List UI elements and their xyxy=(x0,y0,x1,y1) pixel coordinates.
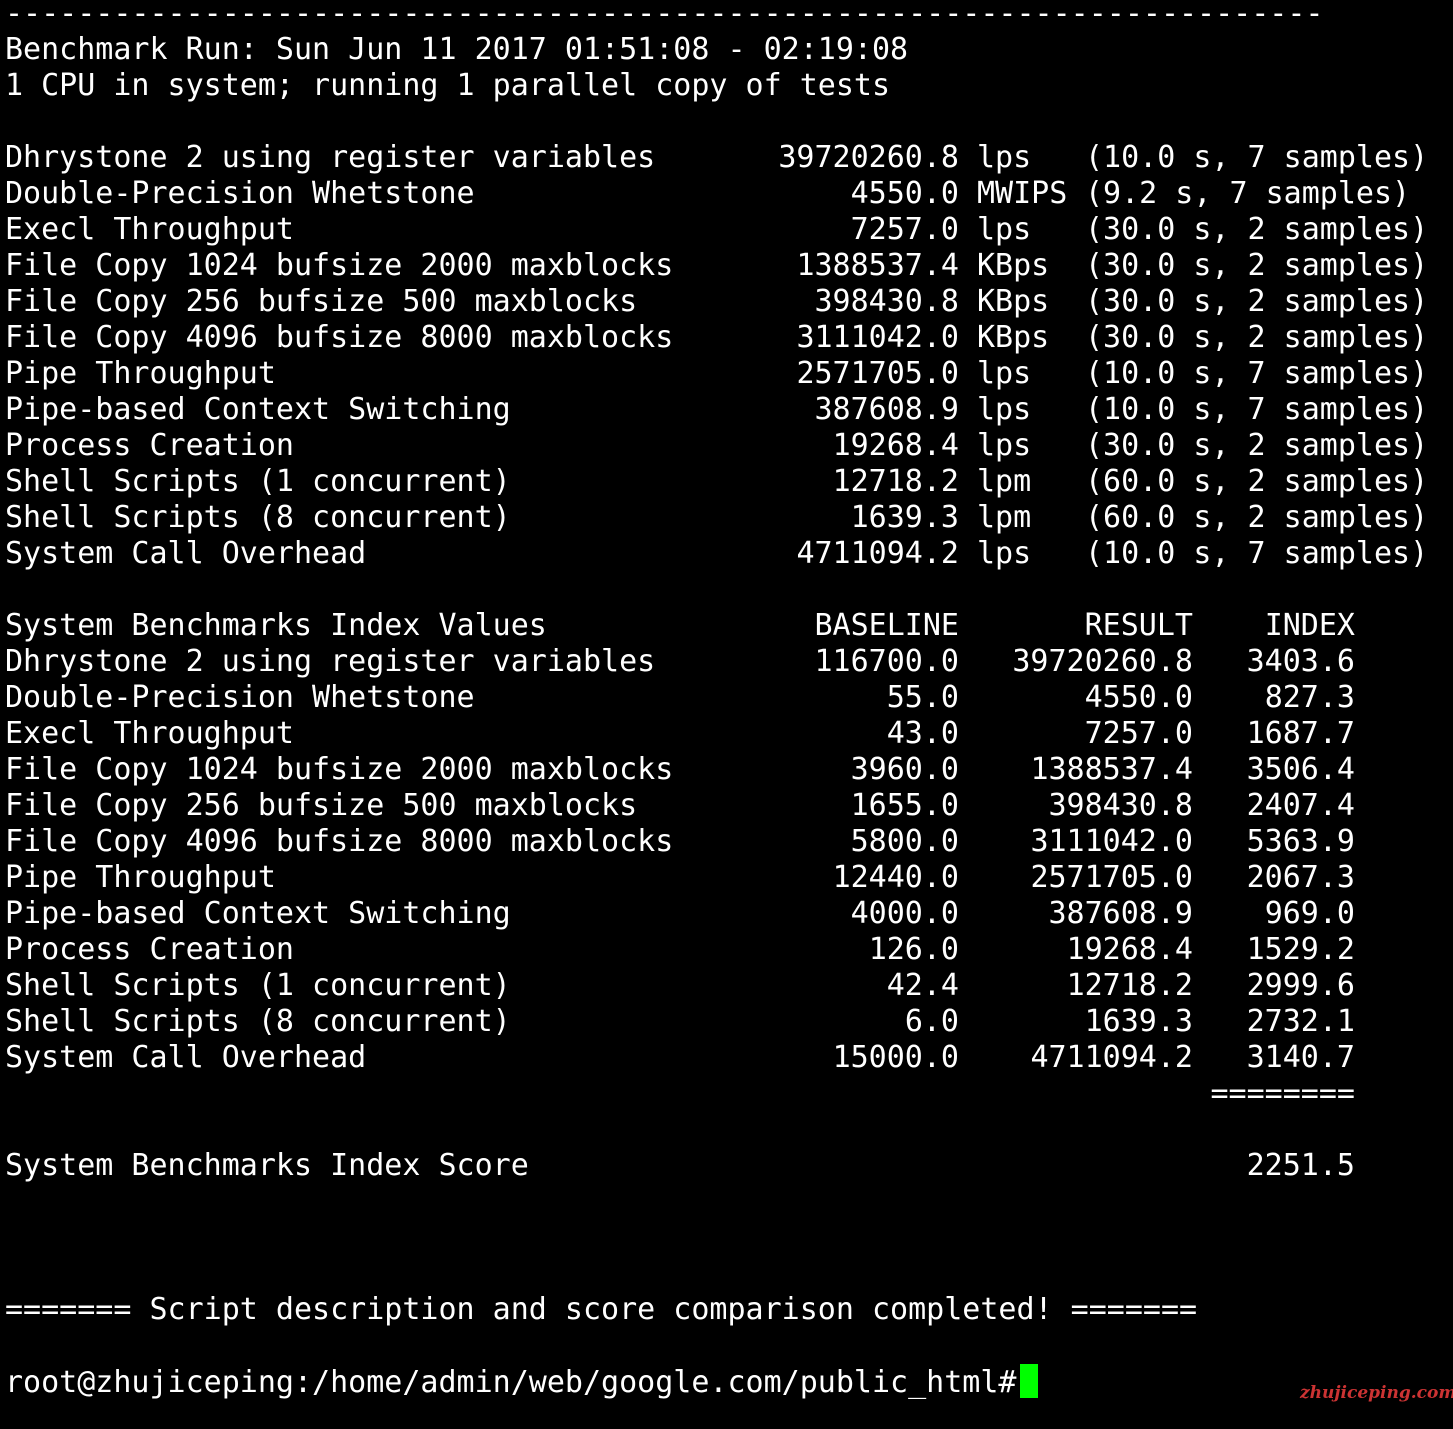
result-value: 2571705.0 xyxy=(796,356,959,391)
result-value: 1639.3 xyxy=(850,500,959,535)
index-row-index: 2999.6 xyxy=(1246,968,1355,1003)
index-table-header: System Benchmarks Index Values BASELINE … xyxy=(5,608,1445,644)
result-row: Shell Scripts (1 concurrent) 12718.2 lpm (6… xyxy=(5,464,1445,500)
index-row-index: 827.3 xyxy=(1264,680,1355,715)
result-value: 1388537.4 xyxy=(796,248,959,283)
index-score-line: System Benchmarks Index Score 2251.5 xyxy=(5,1148,1445,1184)
index-separator: ======== xyxy=(1210,1076,1356,1111)
result-info: (10.0 s, 7 samples) xyxy=(1085,140,1429,175)
result-unit: lps xyxy=(977,392,1032,427)
shell-prompt: root@zhujiceping:/home/admin/web/google.… xyxy=(5,1365,1017,1400)
result-info: (60.0 s, 2 samples) xyxy=(1085,500,1429,535)
result-info: (30.0 s, 2 samples) xyxy=(1085,320,1429,355)
result-info: (10.0 s, 7 samples) xyxy=(1085,356,1429,391)
result-unit: KBps xyxy=(977,320,1050,355)
index-row: Shell Scripts (1 concurrent) 42.4 12718.2 2… xyxy=(5,968,1445,1004)
result-unit: lps xyxy=(977,356,1032,391)
result-row: Execl Throughput 7257.0 lps (30.0 s, 2 samp… xyxy=(5,212,1445,248)
index-row-index: 3140.7 xyxy=(1246,1040,1355,1075)
shell-prompt-line[interactable]: root@zhujiceping:/home/admin/web/google.… xyxy=(5,1364,1039,1400)
result-value: 387608.9 xyxy=(814,392,960,427)
result-unit: lps xyxy=(977,140,1032,175)
result-row: File Copy 1024 bufsize 2000 maxblocks 138… xyxy=(5,248,1445,284)
index-row: Shell Scripts (8 concurrent) 6.0 1639.3 273… xyxy=(5,1004,1445,1040)
result-info: (30.0 s, 2 samples) xyxy=(1085,284,1429,319)
index-row: Pipe Throughput 12440.0 2571705.0 2067.3 xyxy=(5,860,1445,896)
completion-message: ======= Script description and score com… xyxy=(5,1292,1198,1327)
result-row: File Copy 4096 bufsize 8000 maxblocks 311… xyxy=(5,320,1445,356)
result-value: 3111042.0 xyxy=(796,320,959,355)
result-unit: MWIPS xyxy=(977,176,1068,211)
result-value: 12718.2 xyxy=(832,464,959,499)
result-row: Shell Scripts (8 concurrent) 1639.3 lpm (60… xyxy=(5,500,1445,536)
result-value: 398430.8 xyxy=(814,284,960,319)
result-row: File Copy 256 bufsize 500 maxblocks 39843… xyxy=(5,284,1445,320)
result-row: Dhrystone 2 using register variables 3972… xyxy=(5,140,1445,176)
benchmark-run-line: Benchmark Run: Sun Jun 11 2017 01:51:08 … xyxy=(5,32,909,67)
result-value: 4711094.2 xyxy=(796,536,959,571)
column-header-index: INDEX xyxy=(1264,608,1355,643)
top-dash-rule: ----------------------------------------… xyxy=(5,0,1324,31)
result-value: 39720260.8 xyxy=(778,140,959,175)
result-row: Pipe-based Context Switching 387608.9 lps(… xyxy=(5,392,1445,428)
index-row-index: 2407.4 xyxy=(1246,788,1355,823)
index-row-index: 2732.1 xyxy=(1246,1004,1355,1039)
index-row: Dhrystone 2 using register variables 1167… xyxy=(5,644,1445,680)
index-row-index: 3506.4 xyxy=(1246,752,1355,787)
result-unit: lps xyxy=(977,536,1032,571)
result-info: (9.2 s, 7 samples) xyxy=(1085,176,1411,211)
index-table-rows: Dhrystone 2 using register variables 1167… xyxy=(5,644,1445,1076)
result-value: 4550.0 xyxy=(850,176,959,211)
result-unit: lps xyxy=(977,212,1032,247)
terminal-window[interactable]: ----------------------------------------… xyxy=(5,0,1445,1429)
index-row-index: 1529.2 xyxy=(1246,932,1355,967)
index-row: Execl Throughput 43.0 7257.0 1687.7 xyxy=(5,716,1445,752)
result-row: Pipe Throughput 2571705.0 lps (10.0 s, 7 sa… xyxy=(5,356,1445,392)
index-row-index: 1687.7 xyxy=(1246,716,1355,751)
result-unit: lpm xyxy=(977,500,1032,535)
result-unit: lpm xyxy=(977,464,1032,499)
result-info: (60.0 s, 2 samples) xyxy=(1085,464,1429,499)
result-info: (30.0 s, 2 samples) xyxy=(1085,212,1429,247)
result-value: 19268.4 xyxy=(832,428,959,463)
result-value: 7257.0 xyxy=(850,212,959,247)
result-info: (30.0 s, 2 samples) xyxy=(1085,428,1429,463)
index-separator-line: ======== xyxy=(5,1076,1445,1112)
index-row-index: 5363.9 xyxy=(1246,824,1355,859)
result-row: Double-Precision Whetstone 4550.0 MWIPS (9.… xyxy=(5,176,1445,212)
result-info: (10.0 s, 7 samples) xyxy=(1085,392,1429,427)
index-row: System Call Overhead 15000.0 4711094.2 3140… xyxy=(5,1040,1445,1076)
terminal-cursor xyxy=(1020,1364,1039,1398)
index-row: Pipe-based Context Switching 4000.0 387608… xyxy=(5,896,1445,932)
index-row: File Copy 1024 bufsize 2000 maxblocks 396… xyxy=(5,752,1445,788)
cpu-info-line: 1 CPU in system; running 1 parallel copy… xyxy=(5,68,891,103)
index-score-value: 2251.5 xyxy=(1246,1148,1355,1183)
index-row-index: 2067.3 xyxy=(1246,860,1355,895)
watermark: zhujiceping.com xyxy=(1300,1383,1453,1403)
index-row-index: 969.0 xyxy=(1264,896,1355,931)
index-row: File Copy 4096 bufsize 8000 maxblocks 580… xyxy=(5,824,1445,860)
result-info: (10.0 s, 7 samples) xyxy=(1085,536,1429,571)
result-info: (30.0 s, 2 samples) xyxy=(1085,248,1429,283)
result-row: System Call Overhead 4711094.2 lps (10.0 s,… xyxy=(5,536,1445,572)
result-unit: KBps xyxy=(977,284,1050,319)
index-row: File Copy 256 bufsize 500 maxblocks 1655.… xyxy=(5,788,1445,824)
index-row-index: 3403.6 xyxy=(1246,644,1355,679)
result-row: Process Creation 19268.4 lps (30.0 s, 2 sam… xyxy=(5,428,1445,464)
result-unit: lps xyxy=(977,428,1032,463)
index-row: Process Creation 126.0 19268.4 1529.2 xyxy=(5,932,1445,968)
result-unit: KBps xyxy=(977,248,1050,283)
results-section: Dhrystone 2 using register variables 3972… xyxy=(5,140,1445,572)
index-row: Double-Precision Whetstone 55.0 4550.0 827.… xyxy=(5,680,1445,716)
